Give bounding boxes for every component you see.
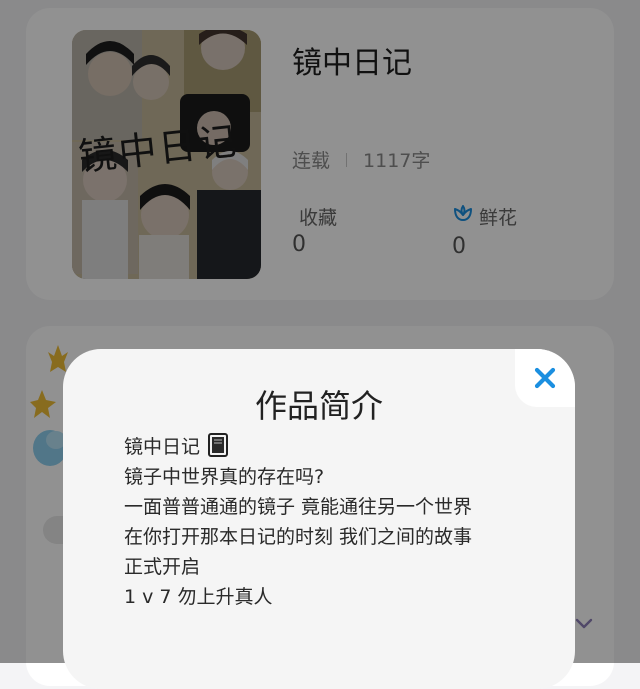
intro-line-text: 镜中日记 [124, 436, 201, 458]
intro-line: 在你打开那本日记的时刻 我们之间的故事 [124, 526, 473, 548]
close-icon [534, 367, 556, 389]
modal-title: 作品简介 [254, 387, 383, 425]
intro-line: 镜中日记 [124, 432, 544, 462]
intro-text: 镜中日记 镜子中世界真的存在吗? 一面普普通通的镜子 竟能通往另一个世界 在你打… [124, 432, 544, 612]
intro-line: 1 v 7 勿上升真人 [124, 586, 273, 608]
intro-line: 正式开启 [124, 556, 201, 578]
book-icon [208, 433, 229, 457]
intro-line: 一面普普通通的镜子 竟能通往另一个世界 [124, 496, 473, 518]
intro-line: 镜子中世界真的存在吗? [124, 466, 325, 488]
